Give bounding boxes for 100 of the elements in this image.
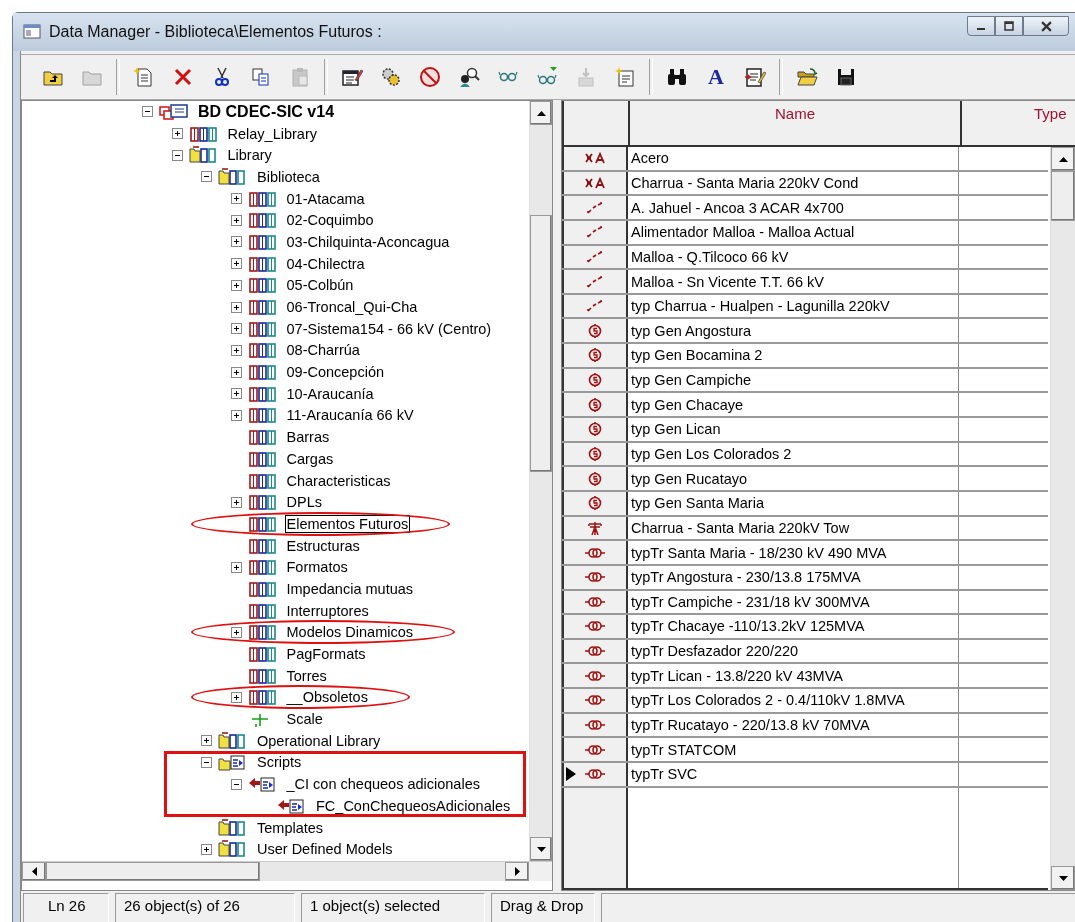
- tree-item[interactable]: 01-Atacama: [284, 189, 367, 208]
- row-header[interactable]: [562, 147, 628, 170]
- expand-toggle[interactable]: [201, 843, 212, 855]
- expand-toggle[interactable]: [230, 193, 242, 205]
- tree-item[interactable]: Elementos Futuros: [284, 514, 411, 533]
- expand-toggle[interactable]: [201, 735, 212, 747]
- tree-item[interactable]: 02-Coquimbo: [284, 211, 376, 230]
- tree-item[interactable]: User Defined Models: [255, 840, 395, 859]
- tree-item[interactable]: Biblioteca: [255, 167, 322, 186]
- row-header[interactable]: [562, 319, 628, 343]
- expand-toggle[interactable]: [230, 366, 242, 378]
- vertical-scrollbar[interactable]: [1050, 147, 1075, 890]
- table-cell: Charrua - Santa Maria 220kV Cond: [628, 171, 959, 195]
- expand-toggle[interactable]: [230, 301, 242, 313]
- expand-toggle[interactable]: [230, 258, 242, 270]
- tree-item[interactable]: Barras: [284, 428, 332, 447]
- row-header[interactable]: [562, 344, 628, 367]
- tree-item[interactable]: Interruptores: [284, 601, 371, 620]
- tree-item[interactable]: 04-Chilectra: [284, 254, 367, 273]
- row-header[interactable]: [562, 196, 628, 219]
- row-header[interactable]: [562, 689, 628, 712]
- expand-toggle[interactable]: [230, 626, 242, 638]
- tree-item[interactable]: Templates: [255, 818, 326, 837]
- row-header[interactable]: [562, 368, 628, 392]
- tree-item[interactable]: Modelos Dinamicos: [284, 623, 416, 642]
- row-header[interactable]: [562, 639, 628, 663]
- tree-item[interactable]: _CI con chequeos adicionales: [284, 775, 482, 794]
- column-header[interactable]: Type: [962, 101, 1075, 145]
- expand-toggle[interactable]: [230, 344, 242, 356]
- row-header[interactable]: [562, 270, 628, 293]
- expand-toggle[interactable]: [230, 496, 242, 508]
- tree-item[interactable]: 09-Concepción: [284, 363, 387, 382]
- row-header[interactable]: [562, 763, 628, 786]
- tree-item[interactable]: Torres: [284, 666, 329, 685]
- tree-item[interactable]: 06-Troncal_Qui-Cha: [284, 298, 420, 317]
- row-header[interactable]: [562, 615, 628, 638]
- expand-toggle[interactable]: [230, 561, 242, 573]
- tree-item[interactable]: Relay_Library: [225, 124, 319, 143]
- tree-item[interactable]: 03-Chilquinta-Aconcagua: [284, 232, 452, 251]
- row-header[interactable]: [562, 393, 628, 417]
- close-button[interactable]: [1023, 16, 1069, 36]
- row-header[interactable]: [562, 541, 628, 564]
- row-header[interactable]: [562, 565, 628, 589]
- collapse-toggle[interactable]: [201, 171, 212, 183]
- tree-item[interactable]: 10-Araucanía: [284, 384, 376, 403]
- tree-item[interactable]: Scale: [284, 710, 325, 729]
- row-header[interactable]: [562, 220, 628, 244]
- tree-item[interactable]: 07-Sistema154 - 66 kV (Centro): [284, 319, 494, 338]
- expand-toggle[interactable]: [230, 409, 242, 421]
- expand-toggle[interactable]: [230, 691, 242, 703]
- horizontal-scrollbar[interactable]: [22, 861, 552, 881]
- vertical-scrollbar[interactable]: [529, 101, 552, 861]
- table-cell: typ Gen Rucatayo: [628, 467, 959, 490]
- expand-toggle[interactable]: [230, 279, 242, 291]
- expand-toggle[interactable]: [171, 128, 183, 140]
- tree-item[interactable]: Characteristicas: [284, 471, 393, 490]
- tree-item[interactable]: FC_ConChequeosAdicionales: [314, 796, 513, 815]
- expand-toggle[interactable]: [230, 388, 242, 400]
- expand-toggle[interactable]: [230, 214, 242, 226]
- row-header[interactable]: [562, 171, 628, 195]
- font-button[interactable]: A: [698, 60, 734, 94]
- tree-item[interactable]: PagFormats: [284, 645, 368, 664]
- row-header[interactable]: [562, 516, 628, 540]
- row-header[interactable]: [562, 442, 628, 466]
- collapse-toggle[interactable]: [171, 149, 183, 161]
- tree-item[interactable]: 08-Charrúa: [284, 341, 362, 360]
- collapse-toggle[interactable]: [142, 106, 153, 118]
- collapse-toggle[interactable]: [230, 778, 242, 790]
- expand-toggle[interactable]: [230, 323, 242, 335]
- scroll-thumb[interactable]: [1051, 171, 1075, 221]
- row-header[interactable]: [562, 245, 628, 269]
- tree-item[interactable]: Cargas: [284, 449, 336, 468]
- row-header[interactable]: [562, 294, 628, 318]
- tree-item[interactable]: Formatos: [284, 558, 350, 577]
- row-header[interactable]: [562, 738, 628, 761]
- row-header[interactable]: [562, 713, 628, 737]
- transformer-icon: [584, 570, 606, 585]
- row-header[interactable]: [562, 590, 628, 614]
- tree-item[interactable]: DPLs: [284, 493, 324, 512]
- tree-item[interactable]: Estructuras: [284, 536, 362, 555]
- scroll-thumb[interactable]: [530, 215, 552, 472]
- tree-item[interactable]: 11-Araucanía 66 kV: [284, 406, 416, 425]
- tree-item[interactable]: __Obsoletos: [284, 688, 370, 707]
- tree-item[interactable]: Library: [225, 146, 274, 165]
- tree-item[interactable]: Scripts: [255, 753, 304, 772]
- maximize-button[interactable]: [995, 16, 1023, 36]
- tree-item[interactable]: BD CDEC-SIC v14: [196, 102, 337, 121]
- row-header[interactable]: [562, 467, 628, 490]
- minimize-button[interactable]: [967, 16, 995, 36]
- expand-toggle[interactable]: [230, 236, 242, 248]
- tree-item[interactable]: Impedancia mutuas: [284, 579, 416, 598]
- row-header[interactable]: [562, 418, 628, 441]
- library-icon: [247, 254, 278, 273]
- collapse-toggle[interactable]: [201, 756, 212, 768]
- row-header[interactable]: [562, 491, 628, 515]
- tree-item[interactable]: Operational Library: [255, 731, 383, 750]
- tree-item[interactable]: 05-Colbún: [284, 276, 356, 295]
- scroll-thumb[interactable]: [46, 862, 260, 881]
- row-header[interactable]: [562, 664, 628, 688]
- column-header[interactable]: Name: [630, 101, 962, 145]
